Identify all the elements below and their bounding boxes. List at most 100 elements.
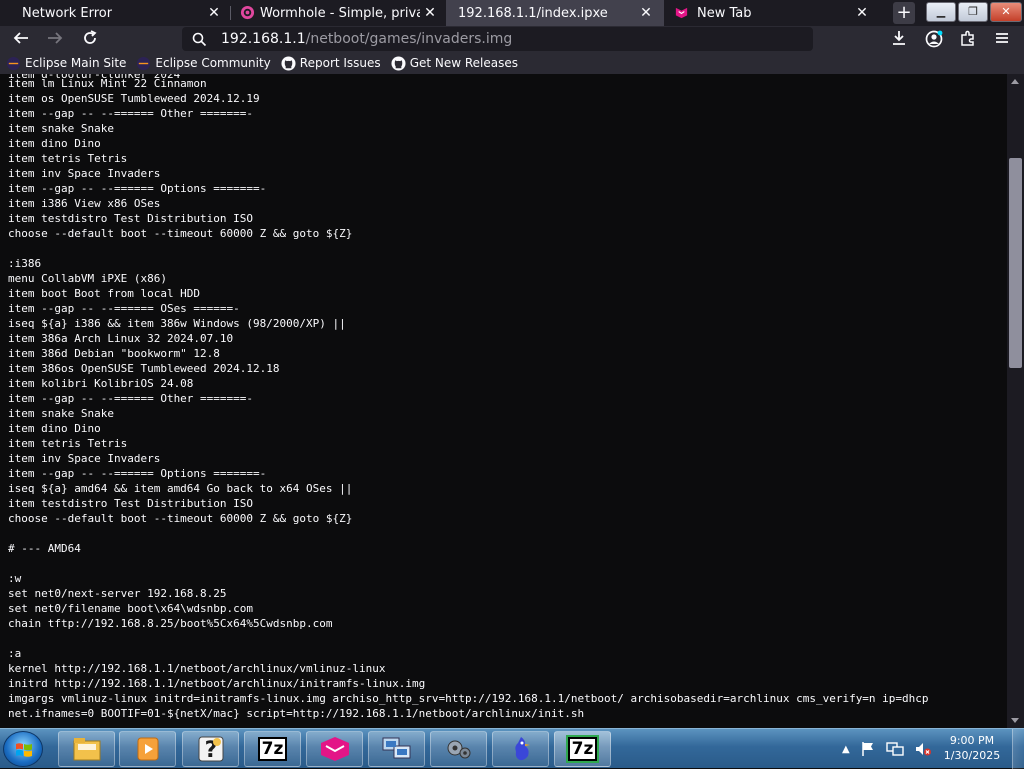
vertical-scrollbar[interactable] (1007, 74, 1024, 728)
tab-title: Network Error (22, 5, 113, 21)
code-line: item 386a Arch Linux 32 2024.07.10 (8, 332, 234, 345)
code-line: item i386 View x86 OSes (8, 197, 161, 210)
code-line: iseq ${a} amd64 && item amd64 Go back to… (8, 482, 353, 495)
taskbar-7zip-active[interactable]: 7z (554, 731, 611, 767)
show-desktop-button[interactable] (1012, 729, 1024, 769)
show-hidden-icons-icon[interactable]: ▲ (842, 744, 850, 755)
system-tray: ▲ (842, 737, 932, 761)
taskbar-media-player[interactable] (119, 731, 176, 767)
minimize-button[interactable]: ▁ (926, 2, 956, 22)
clock-date: 1/30/2025 (943, 749, 1001, 762)
folder-icon (73, 738, 100, 761)
code-line: item testdistro Test Distribution ISO (8, 212, 254, 225)
bookmark-eclipse-main-site[interactable]: Eclipse Main Site (6, 56, 126, 71)
volume-muted-icon[interactable] (914, 741, 932, 757)
bookmark-get-new-releases[interactable]: Get New Releases (391, 55, 519, 71)
code-line: iseq ${a} i386 && item 386w Windows (98/… (8, 317, 346, 330)
bookmark-label: Get New Releases (409, 56, 519, 70)
taskbar-bird-app[interactable] (492, 731, 549, 767)
downloads-icon[interactable] (888, 29, 910, 51)
code-line: choose --default boot --timeout 60000 Z … (8, 512, 353, 525)
code-line: :w (8, 572, 22, 585)
bookmark-label: Eclipse Main Site (25, 56, 127, 70)
code-line: :a (8, 647, 22, 660)
new-tab-button[interactable]: + (893, 2, 915, 24)
code-line: item inv Space Invaders (8, 452, 161, 465)
code-line: item boot Boot from local HDD (8, 287, 201, 300)
bookmark-label: Report Issues (299, 56, 381, 70)
url-path: /netboot/games/invaders.img (305, 31, 513, 47)
taskbar-help[interactable]: ? (182, 731, 239, 767)
code-line: set net0/filename boot\x64\wdsnbp.com (8, 602, 254, 615)
clock-time: 9:00 PM (949, 734, 995, 747)
navigation-toolbar: 192.168.1.1/netboot/games/invaders.img (0, 26, 1024, 52)
code-line: set net0/next-server 192.168.8.25 (8, 587, 227, 600)
scroll-down-icon[interactable] (1011, 718, 1019, 723)
extensions-icon[interactable] (957, 29, 979, 51)
reload-icon[interactable] (79, 29, 101, 51)
close-window-button[interactable]: ✕ (990, 2, 1022, 22)
scroll-up-icon[interactable] (1011, 79, 1019, 84)
tab-close-icon[interactable]: ✕ (422, 5, 438, 21)
tab-index-ipxe[interactable]: 192.168.1.1/index.ipxe ✕ (446, 0, 664, 26)
eclipse-icon (6, 56, 21, 70)
tab-close-icon[interactable]: ✕ (854, 5, 870, 21)
bookmark-eclipse-community[interactable]: Eclipse Community (136, 56, 271, 71)
maximize-button[interactable]: ❐ (958, 2, 988, 22)
taskbar-file-explorer[interactable] (58, 731, 115, 767)
code-line: item --gap -- --====== Options =======- (8, 467, 267, 480)
network-icon[interactable] (886, 741, 904, 757)
code-line: imgargs vmlinuz-linux initrd=initramfs-l… (8, 692, 929, 705)
tab-new-tab[interactable]: New Tab ✕ (666, 0, 884, 26)
taskbar-7zip[interactable]: 7z (244, 731, 301, 767)
taskbar-network-app[interactable] (368, 731, 425, 767)
start-button[interactable] (3, 731, 43, 767)
code-line: item inv Space Invaders (8, 167, 161, 180)
taskbar: ? 7z 7z ▲ 9:00 PM 1/30/2025 (0, 728, 1024, 769)
tab-close-icon[interactable]: ✕ (206, 5, 222, 21)
code-line: choose --default boot --timeout 60000 Z … (8, 227, 353, 240)
tab-title: 192.168.1.1/index.ipxe (458, 5, 608, 21)
url-bar[interactable]: 192.168.1.1/netboot/games/invaders.img (182, 27, 813, 51)
tab-title: New Tab (697, 5, 752, 21)
code-line: net.ifnames=0 BOOTIF=01-${netX/mac} scri… (8, 707, 585, 720)
code-line: item kolibri KolibriOS 24.08 (8, 377, 194, 390)
back-icon[interactable] (10, 29, 32, 51)
account-icon[interactable] (923, 29, 945, 51)
page-content[interactable]: item d-toolur-clunker 2024 item lm Linux… (0, 74, 1007, 728)
code-line: item dino Dino (8, 422, 101, 435)
forward-icon[interactable] (44, 29, 66, 51)
github-icon (391, 55, 406, 71)
code-line: item tetris Tetris (8, 152, 128, 165)
menu-icon[interactable] (991, 29, 1013, 51)
taskbar-settings-app[interactable] (430, 731, 487, 767)
tab-network-error[interactable]: Network Error ✕ (0, 0, 228, 26)
7zip-icon: 7z (567, 737, 598, 761)
action-center-flag-icon[interactable] (860, 741, 876, 757)
tab-close-icon[interactable]: ✕ (638, 5, 654, 21)
eclipse-icon (137, 56, 151, 70)
code-line: item --gap -- --====== Other =======- (8, 107, 254, 120)
code-line: menu CollabVM iPXE (x86) (8, 272, 167, 285)
tab-wormhole[interactable]: Wormhole - Simple, private file ✕ (232, 0, 444, 26)
bookmark-label: Eclipse Community (155, 56, 271, 70)
code-line: :i386 (8, 257, 42, 270)
code-line: item --gap -- --====== Options =======- (8, 182, 267, 195)
code-line: kernel http://192.168.1.1/netboot/archli… (8, 662, 386, 675)
code-line: item os OpenSUSE Tumbleweed 2024.12.19 (8, 92, 260, 105)
7zip-icon: 7z (257, 737, 288, 761)
code-line: item 386os OpenSUSE Tumbleweed 2024.12.1… (8, 362, 280, 375)
system-clock[interactable]: 9:00 PM 1/30/2025 (940, 733, 1004, 763)
help-icon: ? (198, 736, 223, 763)
scroll-thumb[interactable] (1009, 158, 1022, 368)
bookmark-report-issues[interactable]: Report Issues (281, 55, 381, 71)
code-line: item dino Dino (8, 137, 101, 150)
firefox-new-tab-icon (675, 7, 688, 19)
code-line: item lm Linux Mint 22 Cinnamon (8, 77, 207, 90)
code-line: item 386d Debian "bookworm" 12.8 (8, 347, 220, 360)
bird-icon (514, 737, 530, 761)
window-controls: ▁ ❐ ✕ (926, 2, 1022, 22)
code-line: item snake Snake (8, 407, 114, 420)
taskbar-wormhole[interactable] (306, 731, 363, 767)
gears-icon (447, 740, 470, 759)
